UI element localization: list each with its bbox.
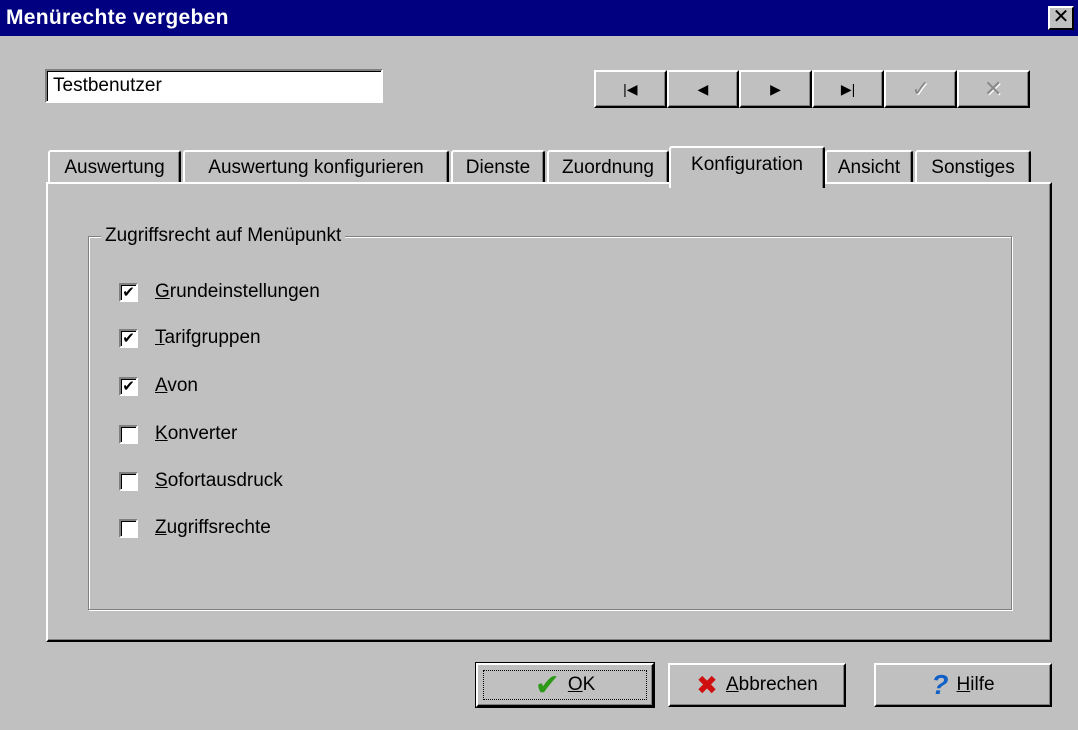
group-legend: Zugriffsrecht auf Menüpunkt [101,225,346,247]
checkbox-label: ofortausdruck [167,470,283,491]
focus-rect [483,670,647,700]
user-name-field[interactable]: Testbenutzer [45,69,383,103]
checkbox-avon[interactable]: ✔ Avon [119,373,198,399]
prior-record-icon: ◀ [697,80,709,97]
accelerator-key: T [155,327,165,348]
checkbox-label: rundeinstellungen [169,281,320,302]
cancel-cross-icon: ✕ [984,76,1003,101]
window-title: Menürechte vergeben [6,6,229,29]
nav-last-button[interactable]: ▶| [811,70,885,108]
tab-dienste[interactable]: Dienste [451,150,545,186]
close-icon: ✕ [1052,6,1070,28]
checkbox-grundeinstellungen[interactable]: ✔ Grundeinstellungen [119,279,320,305]
last-record-icon: ▶| [840,80,856,97]
tab-auswertung[interactable]: Auswertung [48,150,181,186]
nav-first-button[interactable]: |◀ [594,70,667,108]
accelerator-key: O [567,674,583,695]
green-check-icon: ✔ [534,668,560,702]
cancel-button[interactable]: ✖ Abbrechen [668,663,846,707]
tab-zuordnung[interactable]: Zuordnung [547,150,669,186]
help-button[interactable]: ? Hilfe [874,663,1052,707]
checkmark-icon: ✔ [122,283,135,301]
post-check-icon: ✓ [911,76,930,101]
tab-sonstiges[interactable]: Sonstiges [915,150,1031,186]
help-label: ilfe [970,674,995,695]
checkmark-icon: ✔ [122,329,135,347]
dialog-window: Menürechte vergeben ✕ Testbenutzer |◀ ◀ … [0,0,1078,730]
access-rights-group: Zugriffsrecht auf Menüpunkt ✔ Grundeinst… [88,225,1012,610]
checkbox-konverter[interactable]: Konverter [119,421,237,447]
next-record-icon: ▶ [770,80,781,97]
checkbox-box[interactable]: ✔ [119,328,138,348]
nav-next-button[interactable]: ▶ [739,70,812,108]
accelerator-key: S [155,470,168,491]
nav-prior-button[interactable]: ◀ [666,70,740,108]
checkmark-icon: ✔ [122,377,135,395]
checkbox-sofortausdruck[interactable]: Sofortausdruck [119,468,283,494]
accelerator-key: A [725,674,739,695]
checkbox-tarifgruppen[interactable]: ✔ Tarifgruppen [119,325,261,351]
accelerator-key: G [155,281,170,302]
nav-cancel-button[interactable]: ✕ [956,70,1030,108]
checkbox-box[interactable] [119,471,138,491]
checkbox-zugriffsrechte[interactable]: Zugriffsrechte [119,515,271,541]
blue-question-icon: ? [931,669,949,700]
red-cross-icon: ✖ [696,669,718,700]
accelerator-key: Z [155,517,167,538]
tab-ansicht[interactable]: Ansicht [825,150,913,186]
title-bar[interactable]: Menürechte vergeben ✕ [0,0,1078,36]
tab-konfiguration[interactable]: Konfiguration [669,146,825,188]
tab-strip: Auswertung Auswertung konfigurieren Dien… [48,146,1038,188]
checkbox-box[interactable]: ✔ [119,376,138,396]
tab-panel-konfiguration: Zugriffsrecht auf Menüpunkt ✔ Grundeinst… [46,182,1052,642]
checkbox-label: onverter [167,423,238,444]
record-navigator: |◀ ◀ ▶ ▶| ✓ ✕ [594,70,1030,108]
accelerator-key: H [956,674,971,695]
tab-auswertung-konfigurieren[interactable]: Auswertung konfigurieren [183,150,449,186]
checkbox-box[interactable]: ✔ [119,282,138,302]
checkbox-label: von [167,375,198,396]
cancel-label: bbrechen [738,674,818,695]
nav-post-button[interactable]: ✓ [884,70,957,108]
ok-label: K [582,674,596,695]
accelerator-key: K [155,423,168,444]
ok-button[interactable]: ✔ OK [475,662,655,708]
checkbox-label: arifgruppen [164,327,261,348]
checkbox-box[interactable] [119,424,138,444]
checkbox-box[interactable] [119,518,138,538]
first-record-icon: |◀ [623,80,638,97]
accelerator-key: A [155,375,168,396]
close-button[interactable]: ✕ [1048,6,1074,30]
checkbox-label: ugriffsrechte [166,517,271,538]
